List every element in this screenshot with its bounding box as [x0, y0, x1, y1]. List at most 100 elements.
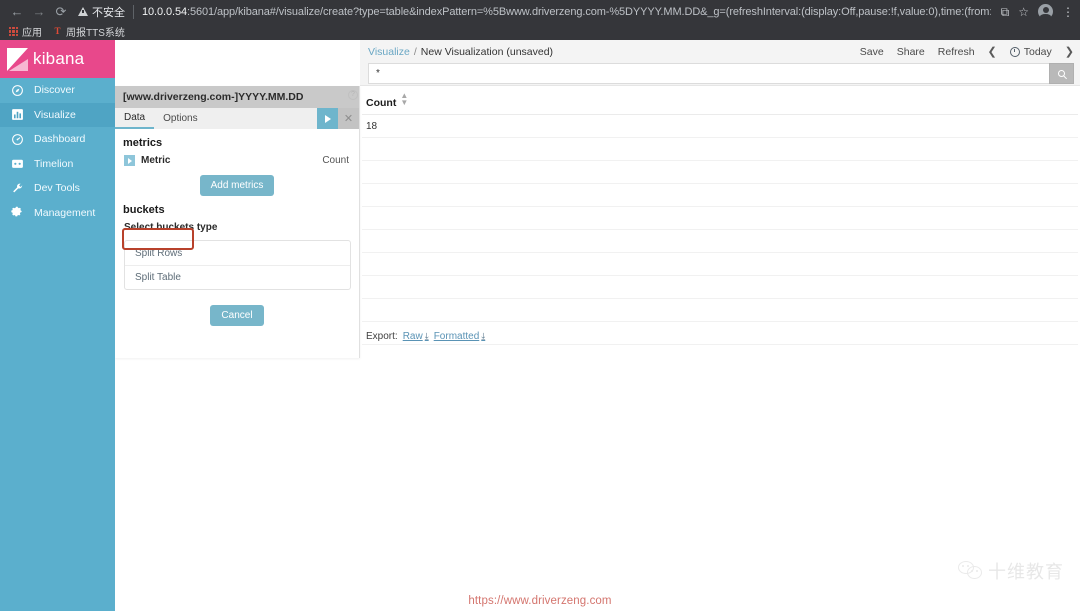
- bucket-option-split-table-label: Split Table: [135, 272, 181, 283]
- sidebar-item-management[interactable]: Management: [0, 201, 115, 226]
- bookmark-tts-label: 周报TTS系统: [66, 28, 125, 39]
- select-buckets-type-label: Select buckets type: [124, 222, 218, 233]
- security-label: 不安全: [92, 6, 125, 19]
- security-indicator[interactable]: 不安全: [78, 4, 125, 20]
- bucket-option-split-rows[interactable]: Split Rows: [125, 241, 350, 265]
- metric-aggregation-row[interactable]: Metric Count: [115, 149, 359, 166]
- header-actions: Save Share Refresh ❮ Today ❯: [860, 40, 1074, 63]
- sidebar-item-visualize[interactable]: Visualize: [0, 102, 115, 127]
- table-header-row: Count▲ ▼: [362, 86, 1078, 115]
- config-panel-body: metrics Metric Count Add metrics buckets…: [115, 129, 359, 332]
- back-icon[interactable]: ←: [6, 2, 28, 22]
- table-row: [362, 206, 1078, 230]
- cell-empty: [362, 275, 1078, 299]
- sort-icon[interactable]: ▲ ▼: [400, 92, 408, 107]
- sidebar-label-devtools: Dev Tools: [34, 182, 80, 195]
- browser-menu-icon[interactable]: ⋮: [1062, 6, 1074, 18]
- clock-icon: [1009, 46, 1020, 57]
- bookmark-star-icon[interactable]: ☆: [1018, 6, 1029, 18]
- apply-cancel-group: ✕: [317, 108, 359, 129]
- table-row: [362, 252, 1078, 276]
- add-metrics-button[interactable]: Add metrics: [199, 175, 275, 196]
- cancel-wrap: Cancel: [115, 290, 359, 332]
- results-table-body: 18: [362, 114, 1078, 345]
- tab-options[interactable]: Options: [154, 108, 206, 129]
- search-button[interactable]: [1049, 63, 1074, 84]
- column-header-count-label: Count: [366, 97, 397, 109]
- export-row: Export: Raw ⤓ Formatted ⤓: [366, 331, 485, 342]
- watermark-text: 十维教育: [988, 562, 1064, 583]
- sidebar-item-discover[interactable]: Discover: [0, 78, 115, 103]
- apps-grid-icon: [9, 27, 18, 36]
- index-pattern-label: [www.driverzeng.com-]YYYY.MM.DD: [123, 91, 304, 103]
- discard-changes-button[interactable]: ✕: [338, 108, 359, 129]
- url-host: 10.0.0.54: [142, 5, 187, 18]
- bookmark-tts[interactable]: T 周报TTS系统: [53, 24, 125, 40]
- export-raw-link[interactable]: Raw ⤓: [403, 331, 429, 342]
- cell-empty: [362, 183, 1078, 207]
- tab-data[interactable]: Data: [115, 108, 155, 129]
- apply-changes-button[interactable]: [317, 108, 338, 129]
- kibana-app: kibana Discover Visualize Dashboard Time…: [0, 40, 1080, 611]
- forward-icon[interactable]: →: [28, 2, 50, 22]
- index-pattern-bar[interactable]: [www.driverzeng.com-]YYYY.MM.DD: [115, 86, 359, 108]
- omnibox-actions: ⧉ ☆ ⋮: [991, 4, 1074, 19]
- cancel-button[interactable]: Cancel: [210, 305, 264, 326]
- cell-empty: [362, 160, 1078, 184]
- metric-row-label: Metric: [141, 155, 171, 166]
- cell-empty: [362, 252, 1078, 276]
- metrics-section-title: metrics: [123, 137, 163, 149]
- bucket-option-split-rows-label: Split Rows: [135, 247, 183, 259]
- export-raw-label: Raw: [402, 331, 423, 342]
- help-icon[interactable]: ?: [348, 90, 358, 100]
- table-row: [362, 137, 1078, 161]
- sidebar-label-dashboard: Dashboard: [34, 133, 86, 146]
- sidebar-item-timelion[interactable]: Timelion: [0, 152, 115, 177]
- caret-right-icon[interactable]: [124, 155, 135, 166]
- breadcrumb-visualize[interactable]: Visualize: [368, 46, 410, 58]
- time-next-icon[interactable]: ❯: [1065, 45, 1074, 58]
- bookmark-apps[interactable]: 应用: [9, 24, 42, 39]
- kibana-logo: kibana: [0, 40, 115, 78]
- export-label: Export:: [366, 331, 398, 342]
- save-button[interactable]: Save: [860, 46, 884, 58]
- gear-icon: [11, 206, 24, 219]
- watermark: 十维教育: [958, 558, 1064, 584]
- cast-icon[interactable]: ⧉: [1001, 6, 1010, 18]
- url-bar[interactable]: 10.0.0.54:5601/app/kibana#/visualize/cre…: [142, 6, 991, 18]
- bucket-option-split-table[interactable]: Split Table: [125, 265, 350, 289]
- config-tabs: Data Options ✕: [115, 108, 359, 129]
- omnibox-divider: [133, 4, 134, 19]
- bookmarks-bar: 应用 T 周报TTS系统: [0, 23, 1080, 40]
- search-icon: [1058, 70, 1065, 77]
- sidebar-item-devtools[interactable]: Dev Tools: [0, 176, 115, 201]
- time-picker-button[interactable]: Today: [1009, 46, 1052, 58]
- timelion-icon: [11, 157, 24, 170]
- breadcrumb-current: New Visualization (unsaved): [420, 45, 554, 58]
- play-icon: [324, 114, 331, 123]
- share-button[interactable]: Share: [897, 46, 925, 58]
- app-header: Visualize / New Visualization (unsaved) …: [360, 40, 1080, 86]
- refresh-button[interactable]: Refresh: [938, 46, 975, 58]
- search-input[interactable]: [368, 63, 1049, 84]
- reload-icon[interactable]: ⟳: [50, 2, 72, 22]
- close-icon: ✕: [343, 113, 354, 125]
- tab-data-label: Data: [124, 112, 146, 123]
- tab-options-label: Options: [163, 113, 198, 124]
- export-formatted-link[interactable]: Formatted ⤓: [434, 331, 486, 342]
- compass-icon: [11, 84, 24, 97]
- column-header-count[interactable]: Count▲ ▼: [362, 86, 1078, 115]
- kibana-wordmark: kibana: [33, 49, 85, 68]
- table-row: [362, 275, 1078, 299]
- browser-chrome: ← → ⟳ 不安全 10.0.0.54:5601/app/kibana#/vis…: [0, 0, 1080, 40]
- buckets-section-title: buckets: [123, 204, 165, 216]
- warning-triangle-icon: [78, 7, 88, 16]
- cell-empty: [362, 229, 1078, 253]
- add-metrics-wrap: Add metrics: [115, 166, 359, 202]
- results-table-head: Count▲ ▼: [362, 86, 1078, 115]
- query-bar: [368, 63, 1074, 84]
- sidebar-label-management: Management: [34, 206, 96, 219]
- sidebar-item-dashboard[interactable]: Dashboard: [0, 127, 115, 152]
- profile-avatar-icon[interactable]: [1038, 4, 1053, 19]
- time-prev-icon[interactable]: ❮: [988, 45, 997, 58]
